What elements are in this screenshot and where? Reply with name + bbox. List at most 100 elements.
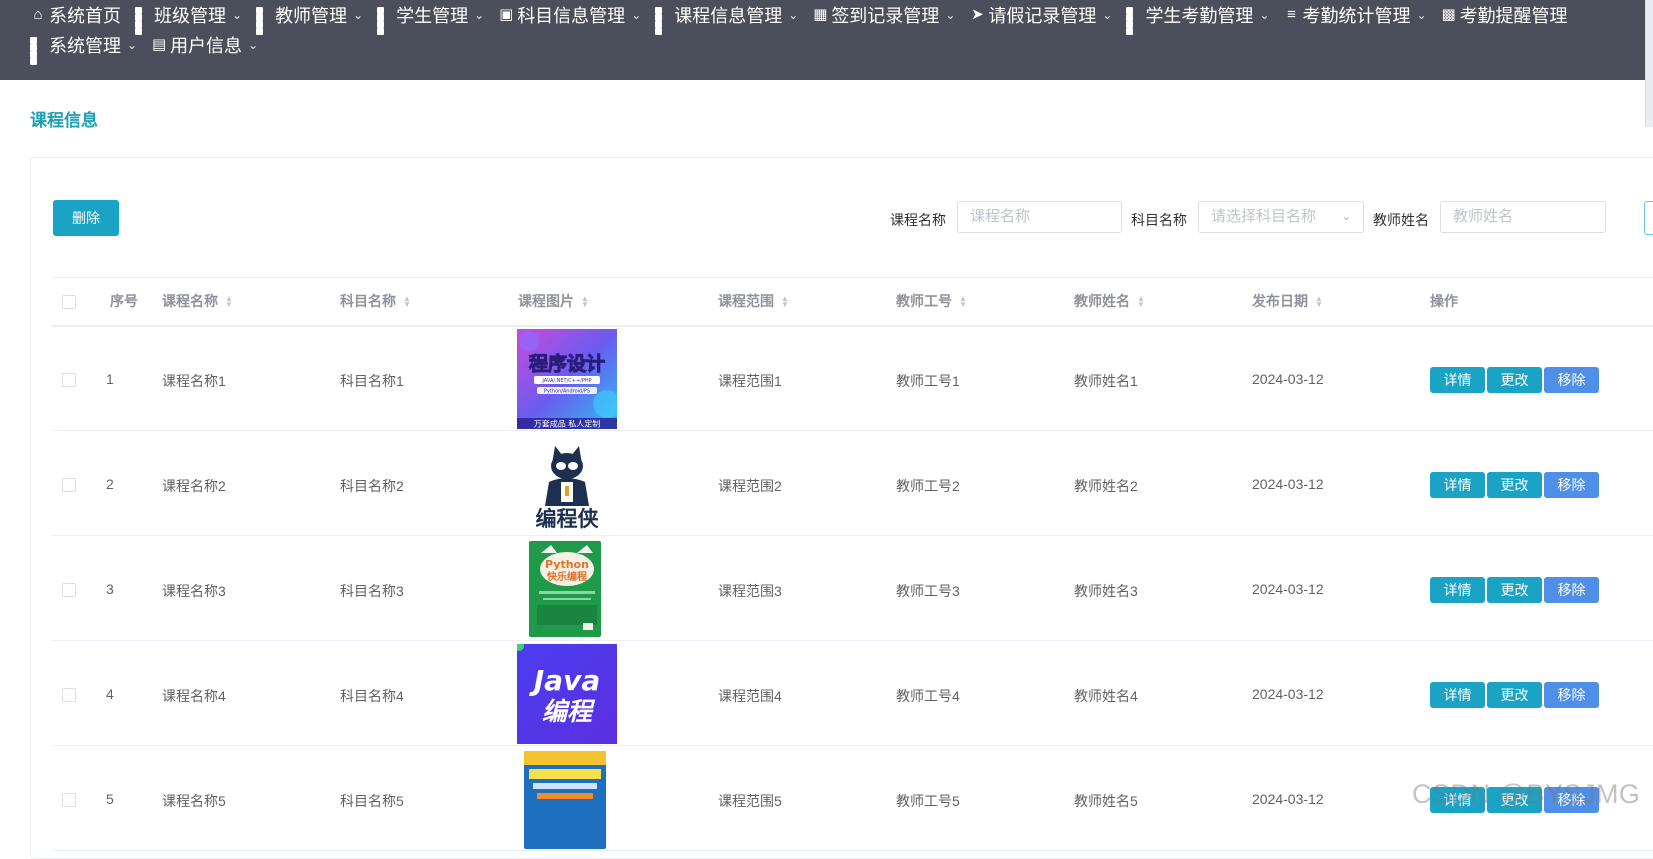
cell-index: 5 bbox=[106, 791, 114, 807]
header-teacher-name[interactable]: 教师姓名 ▲ ▼ bbox=[1074, 278, 1145, 325]
nav-item-row1-10[interactable]: ▩ 考勤提醒管理 bbox=[1441, 2, 1567, 28]
edit-button[interactable]: 更改 bbox=[1487, 577, 1542, 603]
sort-icon[interactable]: ▲ ▼ bbox=[225, 294, 233, 308]
cell-course-name: 课程名称5 bbox=[162, 793, 226, 809]
sort-icon[interactable]: ▲ ▼ bbox=[959, 294, 967, 308]
cell-date: 2024-03-12 bbox=[1252, 476, 1324, 492]
nav-item-row2-0[interactable]: 系统管理 ⌄ bbox=[30, 32, 137, 65]
course-image-kids-coding-book bbox=[517, 749, 617, 849]
nav-item-row1-0[interactable]: ⌂ 系统首页 bbox=[30, 2, 121, 28]
select-all-checkbox[interactable] bbox=[62, 295, 76, 309]
cell-course-image: Python 快乐编程 bbox=[517, 539, 617, 639]
cell-teacher-name: 教师姓名5 bbox=[1074, 793, 1138, 809]
remove-button[interactable]: 移除 bbox=[1544, 682, 1599, 708]
header-image[interactable]: 课程图片 ▲ ▼ bbox=[518, 278, 589, 325]
chevron-down-icon: ⌄ bbox=[631, 8, 642, 22]
row-checkbox[interactable] bbox=[62, 793, 76, 807]
row-checkbox[interactable] bbox=[62, 373, 76, 387]
teacher-name-input[interactable]: 教师姓名 bbox=[1440, 201, 1606, 233]
cell-teacher-name: 教师姓名1 bbox=[1074, 373, 1138, 389]
sort-icon[interactable]: ▲ ▼ bbox=[403, 294, 411, 308]
send-icon: ➤ bbox=[971, 6, 984, 23]
edit-button[interactable]: 更改 bbox=[1487, 472, 1542, 498]
sliders-icon: ≡ bbox=[1287, 6, 1296, 23]
cell-scope: 课程范围1 bbox=[718, 373, 782, 389]
nav-item-row1-7[interactable]: ➤ 请假记录管理 ⌄ bbox=[969, 2, 1112, 28]
table-row: 2 课程名称2 科目名称2 编程侠 课程范围2 教师工号2 教师姓名2 2024-03-1… bbox=[52, 430, 1653, 536]
subject-select[interactable]: 请选择科目名称 ⌄ bbox=[1198, 201, 1364, 233]
header-scope-label: 课程范围 bbox=[718, 293, 774, 309]
cell-index: 4 bbox=[106, 686, 114, 702]
header-teacher-no-label: 教师工号 bbox=[896, 293, 952, 309]
edit-button[interactable]: 更改 bbox=[1487, 367, 1542, 393]
detail-button[interactable]: 详情 bbox=[1430, 682, 1485, 708]
detail-button[interactable]: 详情 bbox=[1430, 367, 1485, 393]
detail-button[interactable]: 详情 bbox=[1430, 472, 1485, 498]
sort-icon[interactable]: ▲ ▼ bbox=[581, 294, 589, 308]
grid-icon bbox=[135, 7, 151, 35]
cell-subject: 科目名称3 bbox=[340, 583, 404, 599]
nav-item-label: 用户信息 bbox=[170, 36, 243, 56]
nav-row-primary: ⌂ 系统首页 班级管理 ⌄ 教师管理 ⌄ 学生管理 ⌄ ▣ 科目信息管理 ⌄ 课程信息管理 ⌄ ▦ 签到记录… bbox=[30, 1, 1582, 35]
detail-button[interactable]: 详情 bbox=[1430, 577, 1485, 603]
chevron-down-icon: ⌄ bbox=[1259, 8, 1270, 22]
nav-item-label: 班级管理 bbox=[154, 6, 226, 26]
chevron-down-icon: ⌄ bbox=[788, 8, 799, 22]
remove-button[interactable]: 移除 bbox=[1544, 577, 1599, 603]
cell-scope: 课程范围4 bbox=[718, 688, 782, 704]
nav-row-secondary: 系统管理 ⌄ ▤ 用户信息 ⌄ bbox=[30, 31, 272, 65]
cell-course-image: 程序设计 JAVA/.NET/C++/PHP Python/Android/PS… bbox=[517, 329, 617, 429]
chevron-down-icon: ⌄ bbox=[1341, 211, 1351, 223]
edit-button[interactable]: 更改 bbox=[1487, 682, 1542, 708]
cell-course-image bbox=[517, 749, 617, 849]
cell-course-name: 课程名称4 bbox=[162, 688, 226, 704]
nav-item-row1-3[interactable]: 学生管理 ⌄ bbox=[377, 2, 485, 35]
cell-scope: 课程范围5 bbox=[718, 793, 782, 809]
nav-item-row2-1[interactable]: ▤ 用户信息 ⌄ bbox=[151, 32, 258, 58]
remove-button[interactable]: 移除 bbox=[1544, 472, 1599, 498]
nav-item-row1-9[interactable]: ≡ 考勤统计管理 ⌄ bbox=[1284, 2, 1426, 28]
row-checkbox[interactable] bbox=[62, 688, 76, 702]
search-button[interactable] bbox=[1644, 201, 1653, 235]
delete-button[interactable]: 删除 bbox=[53, 200, 119, 236]
page-title: 课程信息 bbox=[30, 111, 98, 130]
cell-index: 3 bbox=[106, 581, 114, 597]
watermark: CSDN @BYSJMG bbox=[1412, 779, 1641, 809]
svg-text:Python/Android/PS: Python/Android/PS bbox=[544, 389, 590, 395]
remove-button[interactable]: 移除 bbox=[1544, 367, 1599, 393]
cell-teacher-name: 教师姓名4 bbox=[1074, 688, 1138, 704]
subject-select-placeholder: 请选择科目名称 bbox=[1211, 208, 1317, 225]
nav-item-row1-4[interactable]: ▣ 科目信息管理 ⌄ bbox=[498, 2, 641, 28]
cell-subject: 科目名称2 bbox=[340, 478, 404, 494]
header-course-name[interactable]: 课程名称 ▲ ▼ bbox=[162, 278, 233, 325]
header-teacher-no[interactable]: 教师工号 ▲ ▼ bbox=[896, 278, 967, 325]
nav-item-label: 学生管理 bbox=[396, 6, 469, 26]
sort-icon[interactable]: ▲ ▼ bbox=[1137, 294, 1145, 308]
chevron-down-icon: ⌄ bbox=[353, 8, 364, 22]
nav-item-row1-2[interactable]: 教师管理 ⌄ bbox=[256, 2, 364, 35]
nav-item-row1-6[interactable]: ▦ 签到记录管理 ⌄ bbox=[812, 2, 955, 28]
nav-item-row1-1[interactable]: 班级管理 ⌄ bbox=[135, 2, 242, 35]
row-checkbox[interactable] bbox=[62, 478, 76, 492]
sort-icon[interactable]: ▲ ▼ bbox=[781, 294, 789, 308]
cell-course-image: Java 编程 bbox=[517, 644, 617, 744]
chevron-down-icon: ⌄ bbox=[474, 8, 485, 22]
row-checkbox[interactable] bbox=[62, 583, 76, 597]
subject-label: 科目名称 bbox=[1131, 212, 1187, 228]
wallet-icon: ▩ bbox=[1441, 6, 1456, 23]
cell-teacher-name: 教师姓名3 bbox=[1074, 583, 1138, 599]
course-name-input[interactable]: 课程名称 bbox=[957, 201, 1122, 233]
course-image-python-book: Python 快乐编程 bbox=[517, 539, 617, 639]
cell-subject: 科目名称5 bbox=[340, 793, 404, 809]
cell-teacher-no: 教师工号1 bbox=[896, 373, 960, 389]
cell-subject: 科目名称4 bbox=[340, 688, 404, 704]
sort-icon[interactable]: ▲ ▼ bbox=[1315, 294, 1323, 308]
header-operations: 操作 bbox=[1430, 293, 1458, 309]
header-date[interactable]: 发布日期 ▲ ▼ bbox=[1252, 278, 1323, 325]
header-subject[interactable]: 科目名称 ▲ ▼ bbox=[340, 278, 411, 325]
nav-item-row1-5[interactable]: 课程信息管理 ⌄ bbox=[655, 2, 799, 35]
header-scope[interactable]: 课程范围 ▲ ▼ bbox=[718, 278, 789, 325]
nav-item-row1-8[interactable]: 学生考勤管理 ⌄ bbox=[1126, 2, 1270, 35]
header-subject-label: 科目名称 bbox=[340, 293, 396, 309]
header-index: 序号 bbox=[110, 293, 138, 309]
